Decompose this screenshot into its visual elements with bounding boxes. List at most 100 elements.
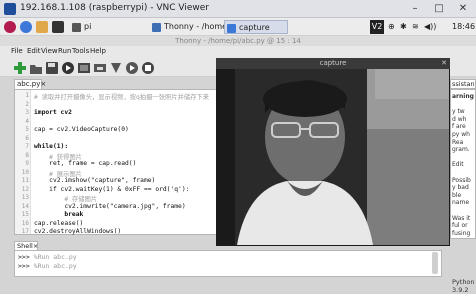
code-line: while(1): xyxy=(34,143,69,150)
thonny-window-title: Thonny - /home/pi/abc.py @ 15 : 14 xyxy=(175,37,301,45)
vnc-window-title: 192.168.1.108 (raspberrypi) - VNC Viewer xyxy=(20,3,209,13)
menu-run[interactable]: Run xyxy=(58,46,71,57)
update-icon[interactable]: ⊕ xyxy=(388,20,395,34)
assistant-text: d wh xyxy=(452,115,467,123)
debug-icon[interactable] xyxy=(77,60,91,74)
capture-close-button[interactable]: ✕ xyxy=(438,58,450,69)
assistant-text: Possib xyxy=(452,176,471,184)
save-icon[interactable] xyxy=(45,60,59,74)
code-line: break xyxy=(34,211,84,218)
vnc-tray-icon[interactable]: V2 xyxy=(370,20,384,34)
shell-command: %Run abc.py xyxy=(33,253,77,261)
line-number: 4 xyxy=(25,117,29,125)
shell-prompt: >>> xyxy=(18,262,30,270)
tab-label: Shell xyxy=(17,242,33,250)
shell-line: >>> %Run abc.py xyxy=(18,253,77,261)
line-number: 15 xyxy=(21,211,29,218)
shell-command: %Run abc.py xyxy=(33,262,77,270)
step-over-icon[interactable] xyxy=(93,60,107,74)
shell-prompt: >>> xyxy=(18,253,30,261)
run-icon[interactable] xyxy=(61,60,75,74)
line-number: 2 xyxy=(25,100,29,108)
line-number: 13 xyxy=(21,194,29,201)
vnc-logo-icon xyxy=(4,3,16,15)
tab-assistant[interactable]: ssistant× xyxy=(450,79,476,89)
terminal-task-icon xyxy=(72,23,81,32)
maximize-button[interactable]: □ xyxy=(428,2,450,16)
code-line: # 读取并打开摄像头，显示视频，按q拍摄一张照片并储存下来 xyxy=(34,94,210,101)
capture-window-title: capture xyxy=(216,58,450,69)
line-number: 5 xyxy=(25,126,29,133)
assistant-text: Edit xyxy=(452,161,464,169)
stop-icon[interactable] xyxy=(141,60,155,74)
camera-frame xyxy=(217,69,449,245)
volume-icon[interactable]: ◀)) xyxy=(424,20,436,34)
line-number: 8 xyxy=(25,151,29,159)
python-version[interactable]: Python 3.9.2 xyxy=(452,278,476,294)
line-number: 7 xyxy=(25,143,29,150)
line-number: 3 xyxy=(25,109,29,116)
clock: 18:46 xyxy=(452,22,476,31)
menu-file[interactable]: File xyxy=(11,46,23,57)
resume-icon[interactable] xyxy=(125,60,139,74)
step-into-icon[interactable] xyxy=(109,60,123,74)
assistant-text: y bad xyxy=(452,184,469,192)
line-number: 17 xyxy=(21,228,29,235)
bluetooth-icon[interactable]: ✱ xyxy=(400,20,407,34)
assistant-text: f are xyxy=(452,123,466,131)
line-number: 6 xyxy=(25,134,29,142)
line-number: 11 xyxy=(21,177,29,184)
line-number: 12 xyxy=(21,185,29,193)
task-capture[interactable]: capture xyxy=(224,20,288,34)
tab-label: abc.py xyxy=(17,80,41,88)
task-thonny[interactable]: Thonny - /home/pi/... xyxy=(150,20,247,34)
tab-shell[interactable]: Shell× xyxy=(14,241,38,250)
file-manager-icon[interactable] xyxy=(36,21,48,33)
code-line: ret, frame = cap.read() xyxy=(34,160,137,167)
task-label: pi xyxy=(84,22,92,31)
line-number: 16 xyxy=(21,219,29,227)
wifi-icon[interactable]: ≋ xyxy=(412,20,419,34)
thonny-task-icon xyxy=(152,23,161,32)
line-number: 9 xyxy=(25,160,29,167)
assistant-text: name xyxy=(452,199,470,207)
open-file-icon[interactable] xyxy=(29,60,43,74)
line-number: 10 xyxy=(21,168,29,176)
assistant-text: py wh xyxy=(452,131,470,138)
code-line: import cv2 xyxy=(34,109,72,116)
tab-close-icon[interactable]: × xyxy=(40,80,46,88)
tab-abc-py[interactable]: abc.py× xyxy=(14,79,46,89)
code-line: if cv2.waitKey(1) & 0xFF == ord('q'): xyxy=(34,185,190,193)
line-number: 1 xyxy=(25,92,29,99)
assistant-text: Rea xyxy=(452,138,464,146)
task-pi[interactable]: pi xyxy=(70,20,140,34)
line-number: 14 xyxy=(21,202,29,210)
shell-scrollbar[interactable] xyxy=(432,252,438,274)
code-line: cv2.imshow("capture", frame) xyxy=(34,177,156,184)
assistant-text[interactable]: Was it xyxy=(452,215,470,222)
raspberry-menu-icon[interactable] xyxy=(4,21,16,33)
assistant-text: gram. xyxy=(452,146,470,154)
shell-panel[interactable] xyxy=(14,250,442,277)
menu-help[interactable]: Help xyxy=(90,46,106,57)
assistant-text[interactable]: fusing xyxy=(452,230,470,237)
task-label: capture xyxy=(239,23,270,32)
tab-label: ssistant xyxy=(452,80,476,88)
assistant-text: y tw xyxy=(452,108,465,116)
menu-view[interactable]: View xyxy=(41,46,58,57)
tab-close-icon[interactable]: × xyxy=(33,242,38,250)
code-line: cap = cv2.VideoCapture(0) xyxy=(34,126,129,133)
code-line: cv2.destroyAllWindows() xyxy=(34,228,122,235)
close-button[interactable]: ✕ xyxy=(452,2,474,16)
code-line: cv2.imwrite("camera.jpg", frame) xyxy=(34,202,186,210)
window-task-icon xyxy=(227,24,236,33)
terminal-icon[interactable] xyxy=(52,21,64,33)
assistant-text[interactable]: ful or xyxy=(452,222,468,229)
menu-tools[interactable]: Tools xyxy=(72,46,89,57)
shell-line: >>> %Run abc.py xyxy=(18,262,77,270)
browser-icon[interactable] xyxy=(20,21,32,33)
menu-edit[interactable]: Edit xyxy=(27,46,41,57)
minimize-button[interactable]: – xyxy=(404,2,426,16)
code-line: cap.release() xyxy=(34,219,84,227)
new-file-icon[interactable] xyxy=(13,60,27,74)
